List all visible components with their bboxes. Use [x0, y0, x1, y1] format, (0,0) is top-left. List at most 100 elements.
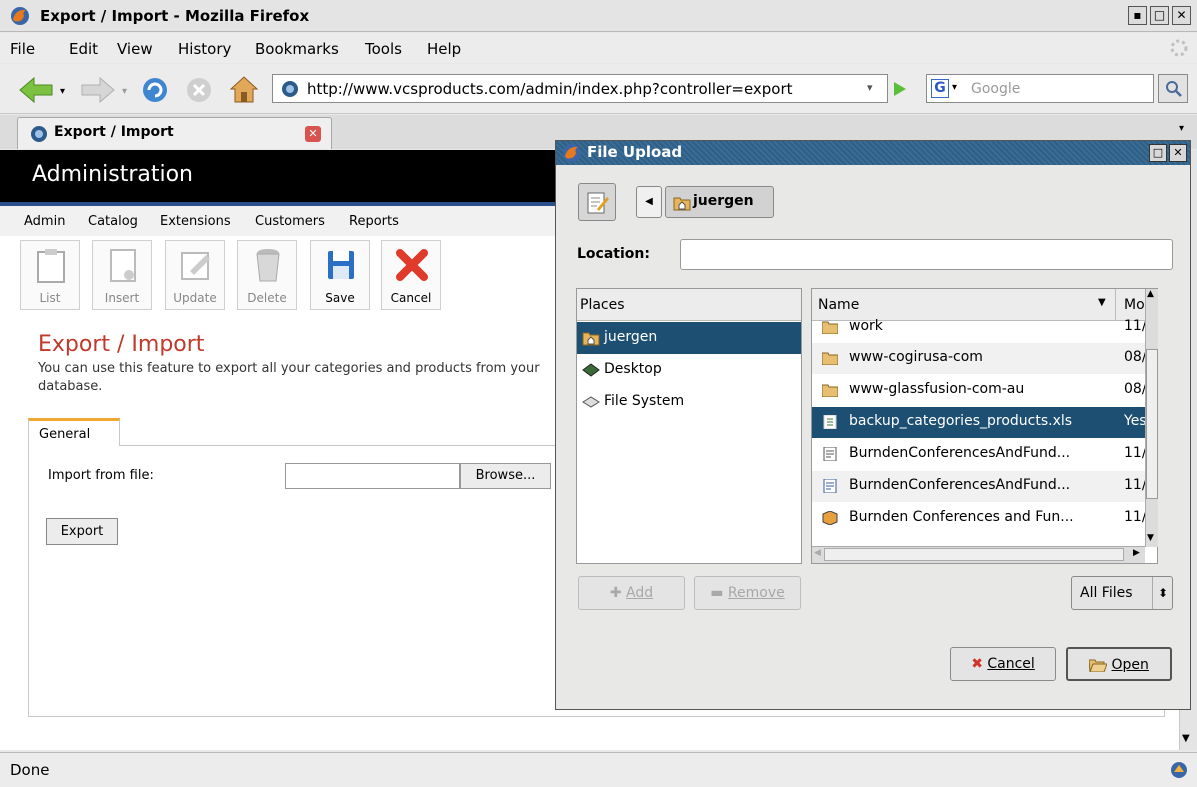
- insert-label: Insert: [104, 291, 140, 305]
- sort-down-icon[interactable]: ▼: [1098, 297, 1106, 308]
- url-text[interactable]: http://www.vcsproducts.com/admin/index.p…: [307, 80, 793, 98]
- back-dropdown-icon[interactable]: ▾: [60, 86, 65, 97]
- type-location-toggle[interactable]: [578, 183, 616, 221]
- tab-general[interactable]: General: [28, 418, 120, 446]
- menu-tools[interactable]: Tools: [365, 40, 402, 58]
- home-icon[interactable]: [228, 74, 260, 104]
- forward-dropdown-icon[interactable]: ▾: [122, 86, 127, 97]
- magnifier-icon: [1165, 80, 1183, 98]
- menu-edit[interactable]: Edit: [69, 40, 98, 58]
- remove-label: Remove: [727, 585, 785, 601]
- clipboard-icon: [35, 247, 67, 283]
- delete-button[interactable]: Delete: [237, 240, 297, 310]
- dialog-maximize-button[interactable]: □: [1149, 144, 1167, 162]
- forward-arrow-icon[interactable]: [80, 76, 116, 104]
- url-history-dropdown-icon[interactable]: ▾: [867, 81, 873, 94]
- throbber-icon: [1169, 38, 1189, 58]
- update-notifier-icon[interactable]: [1169, 760, 1189, 780]
- file-row[interactable]: BurndenConferencesAndFund... 11/: [812, 471, 1145, 502]
- file-modified: 08/: [1124, 349, 1145, 365]
- remove-place-button[interactable]: ▬ Remove: [694, 576, 801, 610]
- cancel-button[interactable]: ✖ Cancel: [950, 647, 1056, 681]
- add-place-button[interactable]: ✚ Add: [578, 576, 685, 610]
- site-identity-icon[interactable]: [281, 80, 299, 98]
- column-header-name[interactable]: Name: [818, 297, 859, 313]
- files-horizontal-scrollbar[interactable]: ◀ ▶: [812, 546, 1145, 563]
- desktop-icon: [582, 361, 600, 379]
- file-row-selected[interactable]: backup_categories_products.xls Yes: [812, 407, 1145, 438]
- file-row[interactable]: work 11/: [812, 314, 1145, 342]
- engine-dropdown-icon[interactable]: ▾: [952, 82, 957, 93]
- open-button[interactable]: Open: [1066, 647, 1172, 681]
- admin-menu-admin[interactable]: Admin: [24, 214, 65, 229]
- new-page-icon: [107, 247, 139, 283]
- google-engine-icon[interactable]: G: [931, 79, 949, 98]
- trash-icon: [252, 247, 284, 283]
- menu-view[interactable]: View: [117, 40, 153, 58]
- go-arrow-icon[interactable]: [892, 80, 908, 98]
- browse-button[interactable]: Browse...: [460, 463, 551, 489]
- place-item-file-system[interactable]: File System: [577, 386, 801, 418]
- admin-menu-reports[interactable]: Reports: [349, 214, 399, 229]
- file-row[interactable]: Burnden Conferences and Fun... 11/: [812, 503, 1145, 534]
- path-button-home[interactable]: juergen: [665, 186, 774, 218]
- list-button[interactable]: List: [20, 240, 80, 310]
- edit-pencil-icon: [180, 247, 212, 283]
- insert-button[interactable]: Insert: [92, 240, 152, 310]
- location-label: Location:: [577, 246, 650, 262]
- tab-close-icon[interactable]: ✕: [305, 126, 321, 142]
- page-heading: Export / Import: [38, 332, 205, 357]
- tab-export-import[interactable]: Export / Import ✕: [17, 117, 332, 149]
- scroll-down-icon[interactable]: ▼: [1147, 533, 1154, 543]
- path-scroll-left-button[interactable]: ◀: [636, 186, 662, 218]
- scroll-right-icon[interactable]: ▶: [1133, 548, 1140, 558]
- search-button[interactable]: [1158, 74, 1188, 103]
- file-row[interactable]: BurndenConferencesAndFund... 11/: [812, 439, 1145, 470]
- reload-icon[interactable]: [140, 76, 170, 104]
- scroll-left-icon[interactable]: ◀: [814, 548, 821, 558]
- place-item-juergen[interactable]: juergen: [577, 322, 801, 354]
- file-row[interactable]: www-cogirusa-com 08/: [812, 343, 1145, 374]
- search-placeholder: Google: [971, 81, 1021, 97]
- minimize-button[interactable]: ▪: [1128, 6, 1147, 25]
- export-button[interactable]: Export: [46, 518, 118, 545]
- admin-menu-customers[interactable]: Customers: [255, 214, 325, 229]
- place-item-desktop[interactable]: Desktop: [577, 354, 801, 386]
- back-arrow-icon[interactable]: [18, 76, 54, 104]
- place-label: Desktop: [604, 361, 662, 377]
- files-scroll-thumb[interactable]: [1146, 349, 1158, 499]
- tab-list-icon[interactable]: ▾: [1179, 123, 1184, 134]
- scroll-up-icon[interactable]: ▲: [1147, 289, 1154, 299]
- close-button[interactable]: ✕: [1172, 6, 1191, 25]
- column-header-modified[interactable]: Mo: [1124, 297, 1145, 313]
- url-bar[interactable]: http://www.vcsproducts.com/admin/index.p…: [272, 74, 888, 103]
- window-title: Export / Import - Mozilla Firefox: [40, 7, 310, 25]
- presentation-icon: [822, 511, 838, 525]
- dialog-close-button[interactable]: ✕: [1169, 144, 1187, 162]
- files-hscroll-thumb[interactable]: [824, 548, 1124, 561]
- maximize-button[interactable]: □: [1150, 6, 1169, 25]
- update-button[interactable]: Update: [165, 240, 225, 310]
- file-row[interactable]: www-glassfusion-com-au 08/: [812, 375, 1145, 406]
- admin-title: Administration: [32, 162, 193, 187]
- file-filter-select[interactable]: All Files ⬍: [1071, 576, 1173, 610]
- scroll-down-icon[interactable]: ▼: [1182, 733, 1190, 744]
- file-name: Burnden Conferences and Fun...: [849, 509, 1074, 525]
- document-icon: [822, 447, 838, 461]
- import-file-input[interactable]: [285, 463, 460, 489]
- location-input[interactable]: [680, 239, 1173, 270]
- admin-menu-catalog[interactable]: Catalog: [88, 214, 138, 229]
- menu-help[interactable]: Help: [427, 40, 461, 58]
- home-folder-icon: [673, 194, 691, 212]
- menu-file[interactable]: File: [10, 40, 35, 58]
- files-vertical-scrollbar[interactable]: ▲ ▼: [1145, 289, 1158, 547]
- menu-history[interactable]: History: [178, 40, 231, 58]
- save-button[interactable]: Save: [310, 240, 370, 310]
- search-bar[interactable]: G ▾ Google: [926, 74, 1154, 103]
- cancel-x-icon: ✖: [971, 656, 983, 672]
- cancel-toolbar-button[interactable]: Cancel: [381, 240, 441, 310]
- admin-menu-extensions[interactable]: Extensions: [160, 214, 231, 229]
- menu-bookmarks[interactable]: Bookmarks: [255, 40, 339, 58]
- stop-icon[interactable]: [184, 76, 214, 104]
- file-modified: 08/: [1124, 381, 1145, 397]
